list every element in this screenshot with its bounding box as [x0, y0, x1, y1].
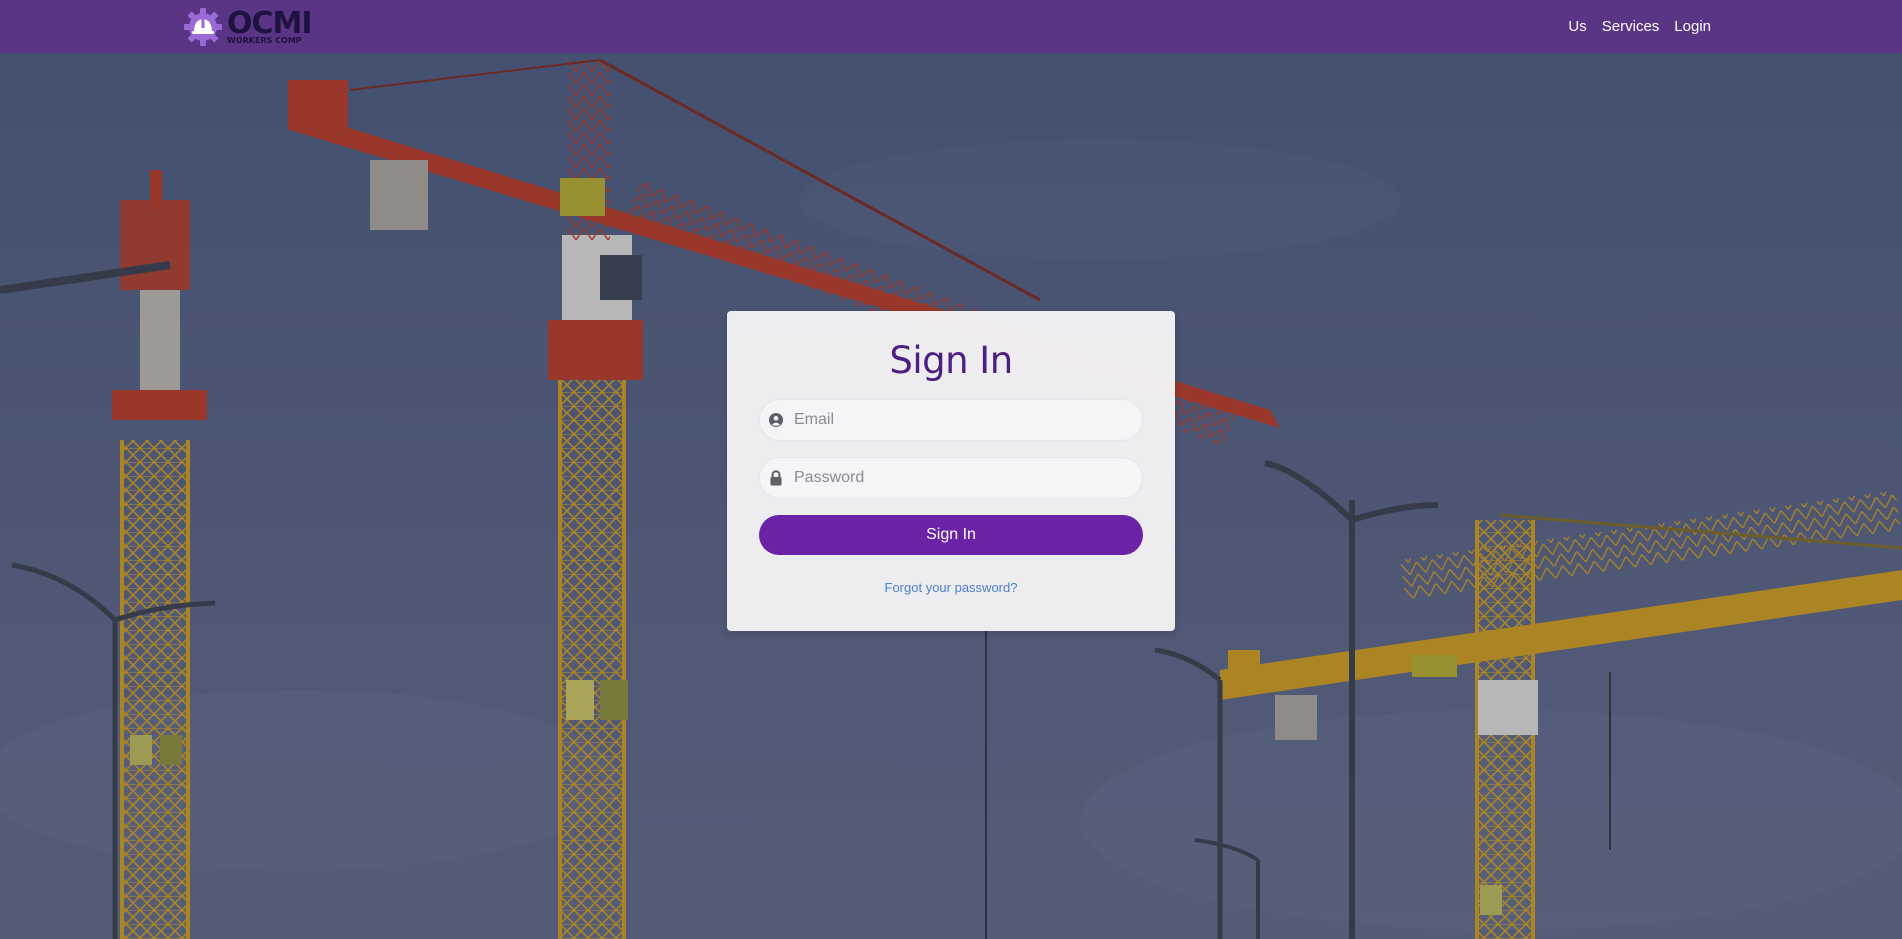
signin-card: Sign In Sign In Forgot your passwor [727, 311, 1175, 631]
login-page: OCMI WORKERS COMP Us Services Login Sign… [0, 0, 1902, 939]
gear-hardhat-icon [182, 6, 224, 48]
nav-link-services[interactable]: Services [1602, 18, 1660, 35]
email-input[interactable] [792, 410, 1126, 430]
email-field[interactable] [759, 399, 1143, 441]
nav-link-login[interactable]: Login [1674, 18, 1711, 35]
nav-link-us[interactable]: Us [1568, 18, 1586, 35]
forgot-password-link[interactable]: Forgot your password? [727, 580, 1175, 595]
brand-name: OCMI [227, 6, 313, 41]
navbar: OCMI WORKERS COMP Us Services Login [0, 0, 1902, 53]
brand-logo[interactable]: OCMI WORKERS COMP [182, 5, 313, 49]
signin-title: Sign In [889, 339, 1013, 382]
lock-icon [768, 470, 784, 486]
password-field[interactable] [759, 457, 1143, 499]
signin-button[interactable]: Sign In [759, 515, 1143, 555]
brand-subtitle: WORKERS COMP [227, 36, 302, 45]
nav-links: Us Services Login [1568, 0, 1711, 53]
password-input[interactable] [792, 468, 1126, 488]
user-circle-icon [768, 412, 784, 428]
